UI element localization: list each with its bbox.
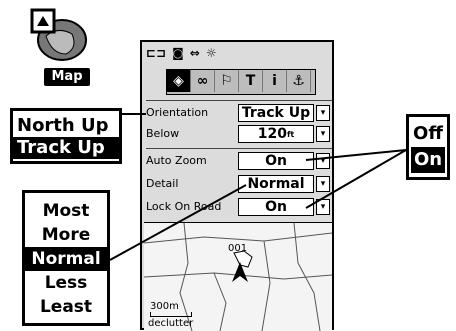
option-north-up[interactable]: North Up <box>13 115 119 137</box>
lock-on-road-field[interactable]: On <box>238 198 314 216</box>
map-scale: 300m <box>150 302 179 312</box>
detail-row: Detail Normal ▾ <box>146 175 332 195</box>
tracks-tab[interactable]: ∞ <box>191 70 215 92</box>
option-track-up[interactable]: Track Up <box>13 137 119 159</box>
lock-on-road-label: Lock On Road <box>146 200 222 213</box>
scale-value: 300 <box>150 301 170 312</box>
scale-unit: m <box>169 301 179 312</box>
option-least[interactable]: Least <box>25 295 107 319</box>
orientation-options-popup: North Up Track Up <box>10 108 122 164</box>
option-normal[interactable]: Normal <box>25 247 107 271</box>
option-off[interactable]: Off <box>411 121 445 147</box>
map-app-icon[interactable] <box>28 8 90 64</box>
setup-tab-bar: ◈ ∞ ⚐ T i ⚓ <box>166 69 316 95</box>
chevron-down-icon[interactable]: ▾ <box>316 105 330 121</box>
status-bar: ⊏⊐ ◙ ⇔ ☼ <box>146 45 296 61</box>
anchor-tab[interactable]: ⚓ <box>287 70 311 92</box>
auto-zoom-field[interactable]: On <box>238 152 314 170</box>
orientation-label: Orientation <box>146 106 209 119</box>
option-most[interactable]: Most <box>25 199 107 223</box>
orientation-field[interactable]: Track Up <box>238 104 314 122</box>
detail-label: Detail <box>146 177 179 190</box>
scale-bar <box>150 312 192 317</box>
lock-on-road-row: Lock On Road On ▾ <box>146 198 332 218</box>
divider <box>146 148 332 149</box>
option-more[interactable]: More <box>25 223 107 247</box>
map-setup-tab[interactable]: ◈ <box>167 70 191 92</box>
below-label: Below <box>146 127 180 140</box>
battery-plug-icon: ⊏⊐ <box>146 46 167 60</box>
sun-backlight-icon: ☼ <box>205 46 217 60</box>
option-on[interactable]: On <box>411 147 445 173</box>
waypoint-flag-tab[interactable]: ⚐ <box>215 70 239 92</box>
map-app-label: Map <box>44 68 90 86</box>
chevron-down-icon[interactable]: ▾ <box>316 126 330 142</box>
chevron-down-icon[interactable]: ▾ <box>316 199 330 215</box>
below-value: 120 <box>257 126 287 142</box>
orientation-row: Orientation Track Up ▾ <box>146 104 332 124</box>
below-field[interactable]: 120ft <box>238 125 314 143</box>
option-less[interactable]: Less <box>25 271 107 295</box>
position-arrow-icon <box>232 262 248 282</box>
below-unit: ft <box>286 130 295 139</box>
text-tab[interactable]: T <box>239 70 263 92</box>
auto-zoom-row: Auto Zoom On ▾ <box>146 152 332 172</box>
sync-arrows-icon: ⇔ <box>189 46 200 60</box>
auto-zoom-label: Auto Zoom <box>146 154 207 167</box>
satellite-signal-icon: ◙ <box>172 46 184 60</box>
declutter-label: declutter <box>148 318 194 329</box>
chevron-down-icon[interactable]: ▾ <box>316 176 330 192</box>
below-row: Below 120ft ▾ <box>146 125 332 145</box>
waypoint-label: 001 <box>228 243 248 254</box>
detail-options-popup: Most More Normal Less Least <box>22 190 110 326</box>
info-tab[interactable]: i <box>263 70 287 92</box>
detail-field[interactable]: Normal <box>238 175 314 193</box>
on-off-options-popup: Off On <box>406 114 450 180</box>
divider <box>146 100 332 101</box>
chevron-down-icon[interactable]: ▾ <box>316 153 330 169</box>
